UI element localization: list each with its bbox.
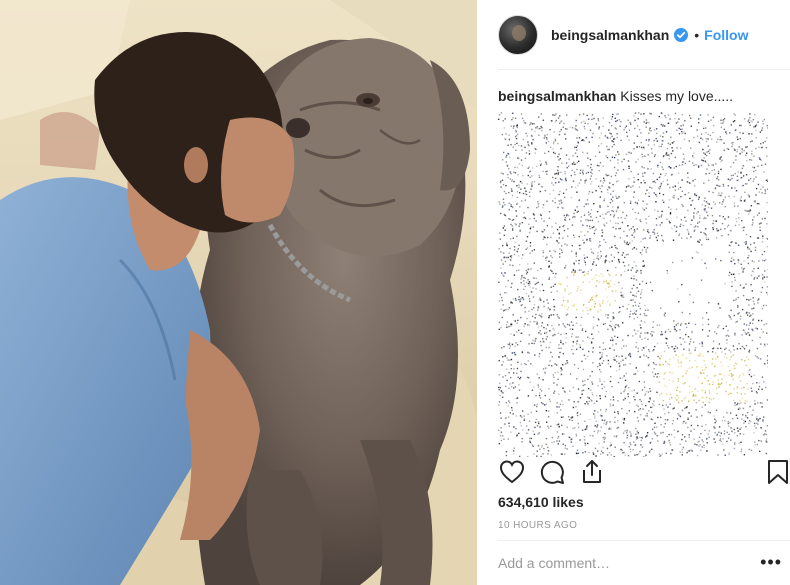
likes-count[interactable]: 634,610 likes [498,494,584,510]
bookmark-icon[interactable] [764,458,790,486]
post-photo[interactable] [0,0,477,585]
verified-badge-icon [674,28,689,42]
separator-dot: • [694,27,700,43]
obscured-comments-noise [498,112,768,457]
share-icon[interactable] [578,458,606,486]
post-header: beingsalmankhan • Follow [477,0,790,70]
comment-bar: ••• [498,540,790,585]
caption: beingsalmankhan Kisses my love..... [498,87,778,105]
follow-button[interactable]: Follow [704,27,748,43]
comment-input[interactable] [498,555,738,571]
caption-text: Kisses my love..... [620,88,734,104]
caption-username[interactable]: beingsalmankhan [498,88,616,104]
post-timestamp[interactable]: 10 HOURS AGO [498,520,577,531]
action-bar [498,458,790,488]
obscured-comments [498,112,768,457]
header-divider [498,69,790,70]
comment-icon[interactable] [538,458,566,486]
avatar[interactable] [498,15,538,55]
post-side-panel: beingsalmankhan • Follow beingsalmankhan… [477,0,790,585]
more-options-button[interactable]: ••• [760,553,782,571]
heart-icon[interactable] [498,458,526,486]
username-link[interactable]: beingsalmankhan [551,27,669,43]
photo-illustration [0,0,477,585]
instagram-post: beingsalmankhan • Follow beingsalmankhan… [0,0,790,585]
